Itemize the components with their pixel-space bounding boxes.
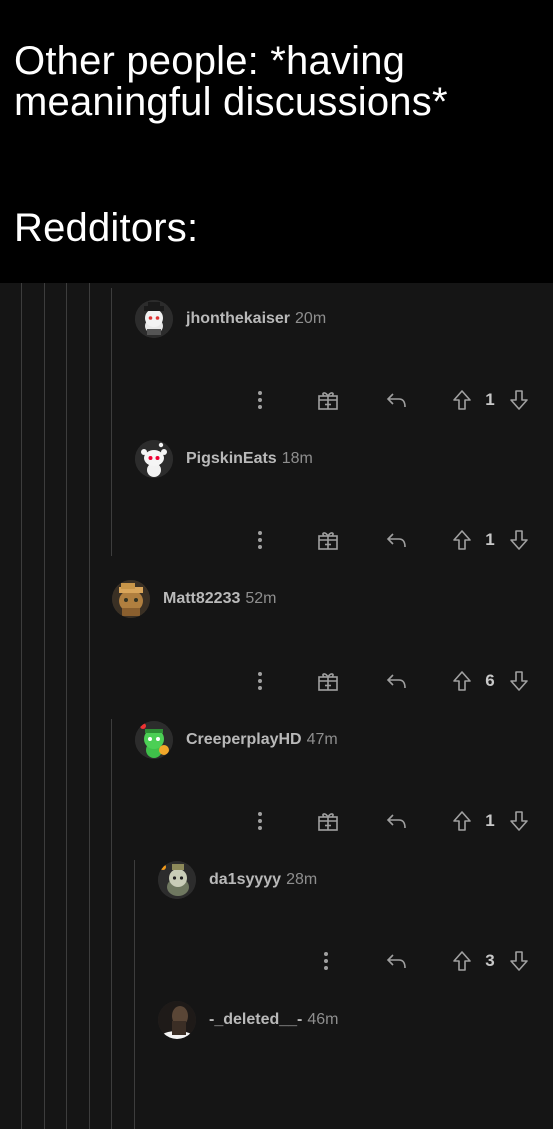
comment-username[interactable]: jhonthekaiser [186,310,290,328]
comment-age: 52m [245,590,277,607]
comment-header: -_deleted__- 46m [158,1000,339,1040]
vote-count: 3 [485,951,495,970]
vote-count: 1 [485,811,495,830]
more-options-icon[interactable] [250,528,270,552]
vote-count: 1 [485,530,495,549]
meme-caption-line-1: Other people: *having meaningful discuss… [14,39,448,124]
comment-username[interactable]: PigskinEats [186,450,277,468]
vote-count: 6 [485,671,495,690]
snoo-armor-avatar[interactable] [158,861,196,899]
comment-age: 28m [286,871,318,888]
upvote-arrow-icon[interactable] [450,388,474,412]
downvote-arrow-icon[interactable] [507,949,531,973]
comment-header: da1syyyy 28m [158,860,317,900]
downvote-arrow-icon[interactable] [507,528,531,552]
reply-arrow-icon[interactable] [383,528,409,552]
thread-depth-line[interactable] [111,719,112,1129]
downvote-arrow-icon[interactable] [507,669,531,693]
comment-thread: jhonthekaiser 20m PigskinEats 18m Matt82… [0,283,553,1129]
comment-age: 18m [281,450,313,467]
more-options-icon[interactable] [250,388,270,412]
more-options-icon[interactable] [316,949,336,973]
thread-depth-line[interactable] [111,288,112,556]
upvote-arrow-icon[interactable] [450,669,474,693]
comment-header: jhonthekaiser 20m [135,299,326,339]
upvote-arrow-icon[interactable] [450,949,474,973]
comment-header: Matt82233 52m [112,579,277,619]
vote-count: 1 [485,390,495,409]
comment-age: 47m [306,731,338,748]
award-gift-icon[interactable] [316,809,340,833]
meme-caption-line-2: Redditors: [14,206,199,250]
award-gift-icon[interactable] [316,388,340,412]
downvote-arrow-icon[interactable] [507,809,531,833]
dark-photo-avatar[interactable] [158,1001,196,1039]
thread-depth-line[interactable] [44,283,45,1129]
downvote-arrow-icon[interactable] [507,388,531,412]
reply-arrow-icon[interactable] [383,388,409,412]
comment-username[interactable]: da1syyyy [209,871,281,889]
comment-age: 46m [307,1011,339,1028]
snoo-green-avatar[interactable] [135,721,173,759]
award-gift-icon[interactable] [316,528,340,552]
comment-header: CreeperplayHD 47m [135,720,338,760]
thread-depth-line[interactable] [134,860,135,1129]
meme-caption-header: Other people: *having meaningful discuss… [0,0,553,283]
more-options-icon[interactable] [250,669,270,693]
upvote-arrow-icon[interactable] [450,528,474,552]
snoo-hat-avatar[interactable] [135,300,173,338]
more-options-icon[interactable] [250,809,270,833]
reply-arrow-icon[interactable] [383,809,409,833]
comment-username[interactable]: CreeperplayHD [186,731,302,749]
award-gift-icon[interactable] [316,669,340,693]
reply-arrow-icon[interactable] [383,949,409,973]
upvote-arrow-icon[interactable] [450,809,474,833]
comment-username[interactable]: -_deleted__- [209,1011,302,1029]
thread-depth-line[interactable] [21,283,22,1129]
snoo-brown-avatar[interactable] [112,580,150,618]
reply-arrow-icon[interactable] [383,669,409,693]
snoo-default-avatar[interactable] [135,440,173,478]
thread-depth-line[interactable] [89,283,90,1129]
comment-header: PigskinEats 18m [135,439,313,479]
thread-depth-line[interactable] [66,283,67,1129]
comment-age: 20m [295,310,327,327]
comment-username[interactable]: Matt82233 [163,590,240,608]
